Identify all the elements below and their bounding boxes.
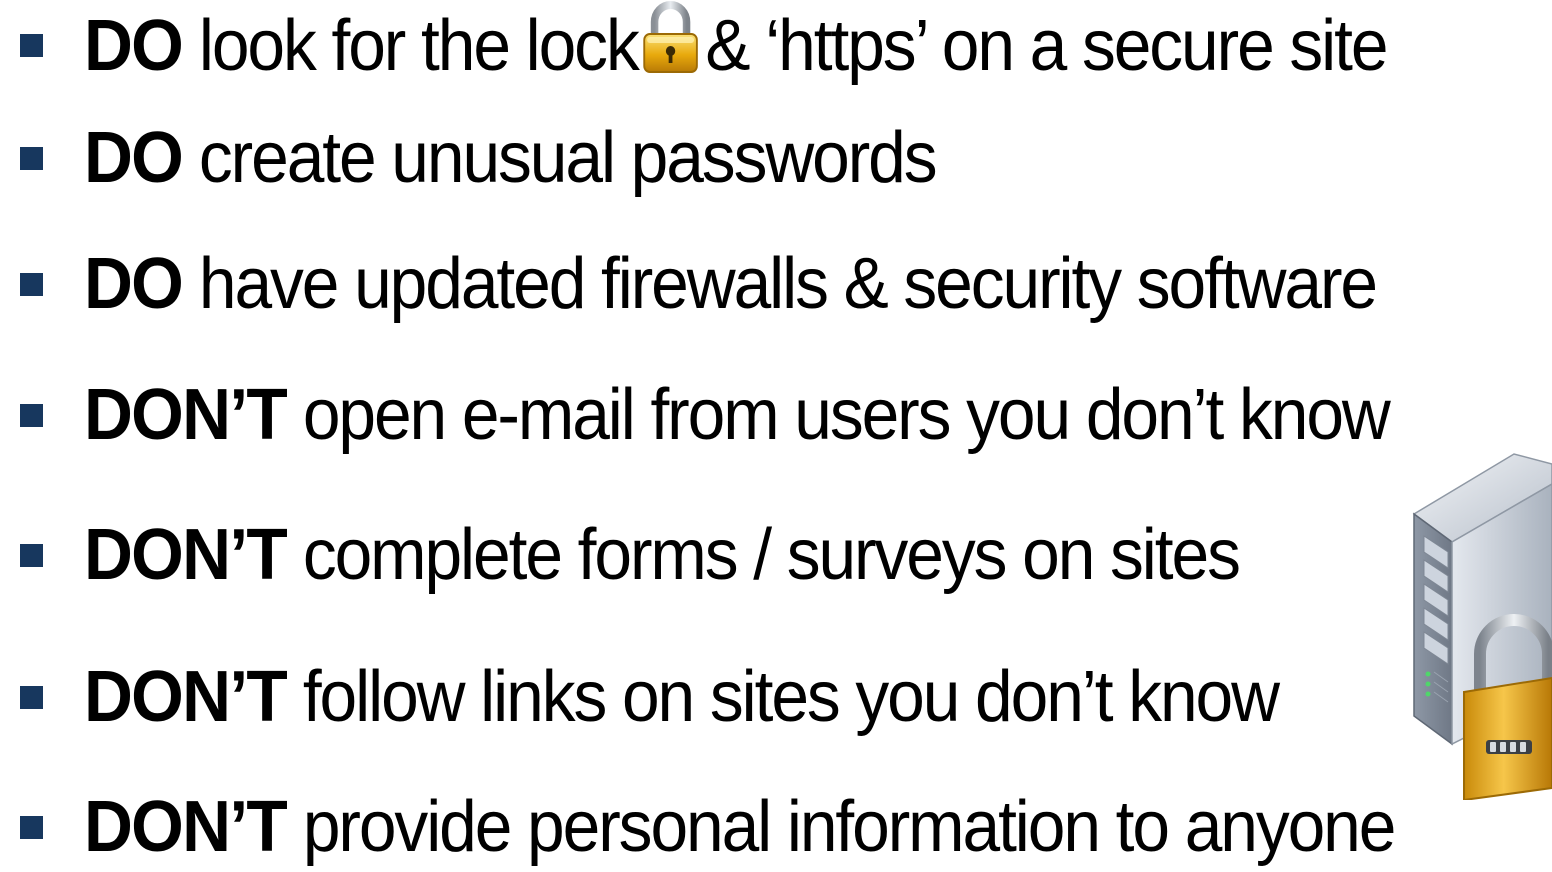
keyword-dont: DON’T (84, 375, 288, 455)
keyword-do: DO (84, 244, 184, 324)
bullet-marker (20, 273, 43, 296)
list-item-text: DO create unusual passwords (84, 113, 938, 203)
list-item-text: DON’T open e-mail from users you don’t k… (84, 370, 1391, 460)
keyword-do: DO (84, 6, 184, 86)
bullet-marker (20, 34, 43, 57)
item-text: follow links on sites you don’t know (286, 657, 1280, 737)
list-item: DON’T provide personal information to an… (0, 782, 1552, 872)
padlock-icon (640, 0, 702, 76)
tips-list: DO look for the lock & ‘https’ on a secu… (0, 0, 1552, 872)
keyword-dont: DON’T (84, 515, 288, 595)
bullet-marker (20, 544, 43, 567)
list-item-text: DON’T follow links on sites you don’t kn… (84, 652, 1280, 742)
item-text: open e-mail from users you don’t know (286, 375, 1391, 455)
keyword-dont: DON’T (84, 787, 288, 867)
list-item-text: DON’T provide personal information to an… (84, 782, 1397, 872)
list-item: DON’T complete forms / surveys on sites (0, 510, 1552, 600)
bullet-marker (20, 404, 43, 427)
item-text: create unusual passwords (182, 118, 938, 198)
item-text-after-lock: & ‘https’ on a secure site (705, 6, 1388, 86)
bullet-marker (20, 147, 43, 170)
bullet-marker (20, 816, 43, 839)
list-item-text: DON’T complete forms / surveys on sites (84, 510, 1241, 600)
list-item-text: DO look for the lock & ‘https’ on a secu… (84, 0, 1389, 90)
list-item: DON’T follow links on sites you don’t kn… (0, 652, 1552, 742)
keyword-dont: DON’T (84, 657, 288, 737)
item-text: complete forms / surveys on sites (286, 515, 1241, 595)
list-item: DO look for the lock & ‘https’ on a secu… (0, 0, 1552, 90)
list-item-text: DO have updated firewalls & security sof… (84, 239, 1378, 329)
list-item: DO have updated firewalls & security sof… (0, 239, 1552, 329)
item-text: have updated firewalls & security softwa… (182, 244, 1378, 324)
item-text-before-lock: look for the lock (182, 6, 640, 86)
item-text: provide personal information to anyone (286, 787, 1397, 867)
bullet-marker (20, 686, 43, 709)
list-item: DO create unusual passwords (0, 113, 1552, 203)
list-item: DON’T open e-mail from users you don’t k… (0, 370, 1552, 460)
keyword-do: DO (84, 118, 184, 198)
server-with-padlock-icon (1404, 444, 1552, 802)
